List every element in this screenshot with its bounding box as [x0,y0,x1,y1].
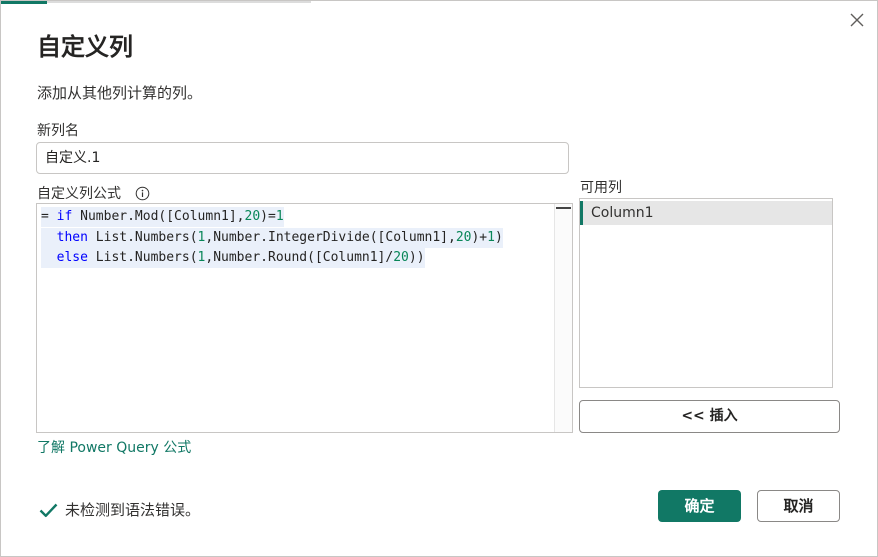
available-columns-label: 可用列 [580,180,622,196]
formula-text: = [41,209,57,224]
syntax-status-text: 未检测到语法错误。 [65,501,201,519]
editor-scrollbar[interactable] [554,204,572,432]
formula-keyword: if [56,209,73,224]
available-columns-list[interactable]: Column1 [579,198,833,388]
formula-text [41,250,57,265]
formula-editor[interactable]: = if Number.Mod([Column1],20)=1 then Lis… [36,203,573,433]
formula-number: 20 [244,209,261,224]
formula-text: )= [260,209,276,224]
formula-line: else List.Numbers(1,Number.Round([Column… [41,248,425,268]
syntax-status: 未检测到语法错误。 [39,499,200,520]
formula-text: Number.Mod([Column1], [72,209,245,224]
formula-text: ) [494,230,503,245]
formula-label: 自定义列公式 [37,186,121,202]
formula-text: List.Numbers( [87,250,198,265]
formula-line: then List.Numbers( 1 ,Number.IntegerDivide… [41,228,503,248]
scroll-position-marker [556,207,571,209]
custom-column-dialog: 自定义列 添加从其他列计算的列。 新列名 自定义.1 自定义列公式 = if N… [0,0,878,557]
dialog-title: 自定义列 [37,33,133,61]
formula-keyword: then [56,230,88,245]
formula-text: List.Numbers( [87,230,198,245]
formula-number: 20 [393,250,409,265]
formula-number: 1 [275,209,284,224]
close-icon [850,13,864,27]
checkmark-icon [39,503,58,517]
formula-text: ,Number.IntegerDivide([Column1], [205,230,456,245]
close-button[interactable] [845,9,869,31]
formula-line: = if Number.Mod([Column1],20)=1 [41,207,284,227]
new-column-name-input[interactable]: 自定义.1 [36,142,569,174]
info-icon[interactable] [135,186,150,201]
available-column-item[interactable]: Column1 [580,201,832,225]
formula-text [41,230,57,245]
new-column-name-label: 新列名 [37,123,79,139]
dialog-subtitle: 添加从其他列计算的列。 [37,84,203,102]
background-window-accent [1,1,47,4]
formula-text: ,Number.Round([Column1]/ [205,250,394,265]
formula-keyword: else [56,250,88,265]
background-window-edge [1,1,311,3]
formula-text: )+ [471,230,488,245]
cancel-button[interactable]: 取消 [757,490,840,522]
ok-button[interactable]: 确定 [658,490,741,522]
insert-button[interactable]: << 插入 [579,400,840,433]
formula-number: 1 [487,230,495,245]
formula-text: )) [408,250,425,265]
learn-power-query-link[interactable]: 了解 Power Query 公式 [37,437,191,457]
formula-number: 20 [455,230,472,245]
